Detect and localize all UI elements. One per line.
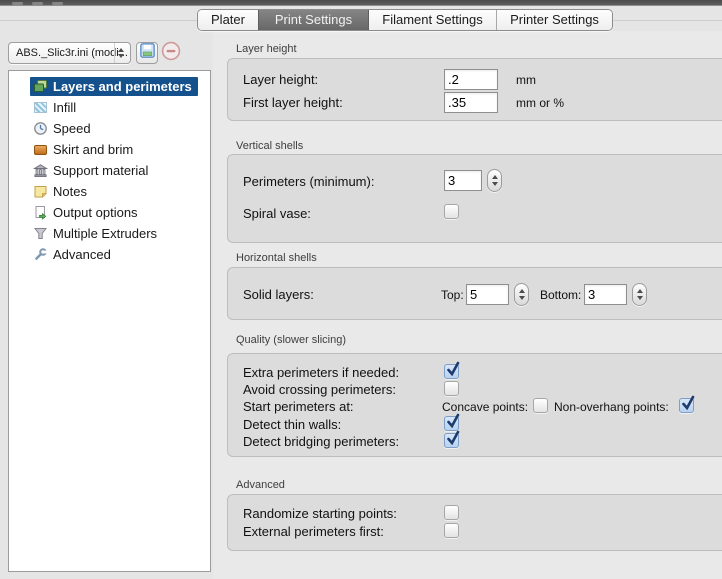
perimeters-label: Perimeters (minimum): [243, 174, 374, 189]
infill-icon [33, 100, 48, 115]
tree-item-label: Skirt and brim [53, 142, 133, 157]
tree-item-multiple-extruders[interactable]: Multiple Extruders [9, 223, 210, 244]
tree-item-label: Notes [53, 184, 87, 199]
group-title-quality: Quality (slower slicing) [236, 334, 346, 346]
funnel-icon [33, 226, 48, 241]
layer-height-input[interactable] [444, 69, 498, 90]
tree-item-label: Support material [53, 163, 148, 178]
speed-clock-icon [33, 121, 48, 136]
extra-perimeters-label: Extra perimeters if needed: [243, 365, 399, 380]
print-settings-window: Plater Print Settings Filament Settings … [0, 0, 722, 579]
tree-item-label: Speed [53, 121, 91, 136]
randomize-starting-points-label: Randomize starting points: [243, 506, 397, 521]
first-layer-height-input[interactable] [444, 92, 498, 113]
notes-icon [33, 184, 48, 199]
tree-item-support-material[interactable]: Support material [9, 160, 210, 181]
window-toolbar-edge [0, 0, 722, 6]
tree-item-label: Advanced [53, 247, 111, 262]
randomize-starting-points-checkbox[interactable] [444, 505, 459, 520]
external-perimeters-first-label: External perimeters first: [243, 524, 384, 539]
tree-item-layers-and-perimeters[interactable]: Layers and perimeters [9, 76, 210, 97]
tree-item-label: Layers and perimeters [53, 79, 192, 94]
output-page-icon [33, 205, 48, 220]
tree-item-speed[interactable]: Speed [9, 118, 210, 139]
group-box-horizontal-shells: Solid layers: Top: Bottom: [227, 267, 722, 320]
tree-item-label: Output options [53, 205, 138, 220]
solid-layers-top-input[interactable] [466, 284, 509, 305]
extra-perimeters-checkbox[interactable] [444, 364, 459, 379]
preset-dropdown[interactable]: ABS._Slic3r.ini (modi... [8, 42, 131, 64]
solid-layers-label: Solid layers: [243, 287, 314, 302]
delete-preset-button[interactable] [160, 42, 182, 64]
layer-height-unit: mm [516, 73, 536, 87]
save-preset-button[interactable] [136, 42, 158, 64]
non-overhang-points-label: Non-overhang points: [554, 400, 669, 414]
remove-circle-icon [160, 40, 182, 67]
group-box-quality: Extra perimeters if needed: Avoid crossi… [227, 353, 722, 457]
tree-item-advanced[interactable]: Advanced [9, 244, 210, 265]
preset-dropdown-value: ABS._Slic3r.ini (modi... [16, 47, 128, 59]
spiral-vase-checkbox[interactable] [444, 204, 459, 219]
toolbar-edge-dot [52, 2, 63, 5]
tree-item-label: Infill [53, 100, 76, 115]
settings-tabbar: Plater Print Settings Filament Settings … [197, 9, 613, 31]
tree-item-label: Multiple Extruders [53, 226, 157, 241]
tab-printer-settings[interactable]: Printer Settings [496, 10, 612, 30]
group-box-vertical-shells: Perimeters (minimum): Spiral vase: [227, 154, 722, 243]
solid-layers-bottom-label: Bottom: [540, 288, 581, 302]
group-box-advanced: Randomize starting points: External peri… [227, 494, 722, 551]
tree-item-output-options[interactable]: Output options [9, 202, 210, 223]
tree-item-infill[interactable]: Infill [9, 97, 210, 118]
layer-height-label: Layer height: [243, 72, 318, 87]
group-title-advanced: Advanced [236, 479, 285, 491]
tab-plater[interactable]: Plater [198, 10, 258, 30]
concave-points-checkbox[interactable] [533, 398, 548, 413]
tab-print-settings[interactable]: Print Settings [258, 10, 368, 30]
group-box-layer-height: Layer height: mm First layer height: mm … [227, 58, 722, 121]
start-perimeters-label: Start perimeters at: [243, 399, 354, 414]
avoid-crossing-label: Avoid crossing perimeters: [243, 382, 396, 397]
tab-filament-settings[interactable]: Filament Settings [368, 10, 496, 30]
solid-layers-top-label: Top: [441, 288, 464, 302]
first-layer-height-unit: mm or % [516, 96, 564, 110]
settings-category-tree: Layers and perimeters Infill Speed Skirt… [8, 70, 211, 572]
solid-layers-bottom-stepper[interactable] [632, 283, 647, 306]
layers-icon [33, 79, 48, 94]
non-overhang-points-checkbox[interactable] [679, 398, 694, 413]
perimeters-stepper[interactable] [487, 169, 502, 192]
skirt-icon [33, 142, 48, 157]
detect-bridging-label: Detect bridging perimeters: [243, 434, 399, 449]
chevron-up-down-icon [114, 43, 127, 63]
solid-layers-bottom-input[interactable] [584, 284, 627, 305]
detect-thin-walls-label: Detect thin walls: [243, 417, 341, 432]
group-title-horizontal-shells: Horizontal shells [236, 252, 317, 264]
perimeters-input[interactable] [444, 170, 482, 191]
external-perimeters-first-checkbox[interactable] [444, 523, 459, 538]
first-layer-height-label: First layer height: [243, 95, 343, 110]
toolbar-edge-dot [12, 2, 23, 5]
wrench-icon [33, 247, 48, 262]
support-building-icon [33, 163, 48, 178]
tree-item-notes[interactable]: Notes [9, 181, 210, 202]
group-title-layer-height: Layer height [236, 43, 297, 55]
solid-layers-top-stepper[interactable] [514, 283, 529, 306]
avoid-crossing-checkbox[interactable] [444, 381, 459, 396]
settings-page: Layer height Layer height: mm First laye… [213, 31, 722, 579]
detect-bridging-checkbox[interactable] [444, 433, 459, 448]
toolbar-edge-dot [32, 2, 43, 5]
save-floppy-icon [140, 43, 155, 63]
tree-item-skirt-and-brim[interactable]: Skirt and brim [9, 139, 210, 160]
spiral-vase-label: Spiral vase: [243, 206, 311, 221]
group-title-vertical-shells: Vertical shells [236, 140, 303, 152]
